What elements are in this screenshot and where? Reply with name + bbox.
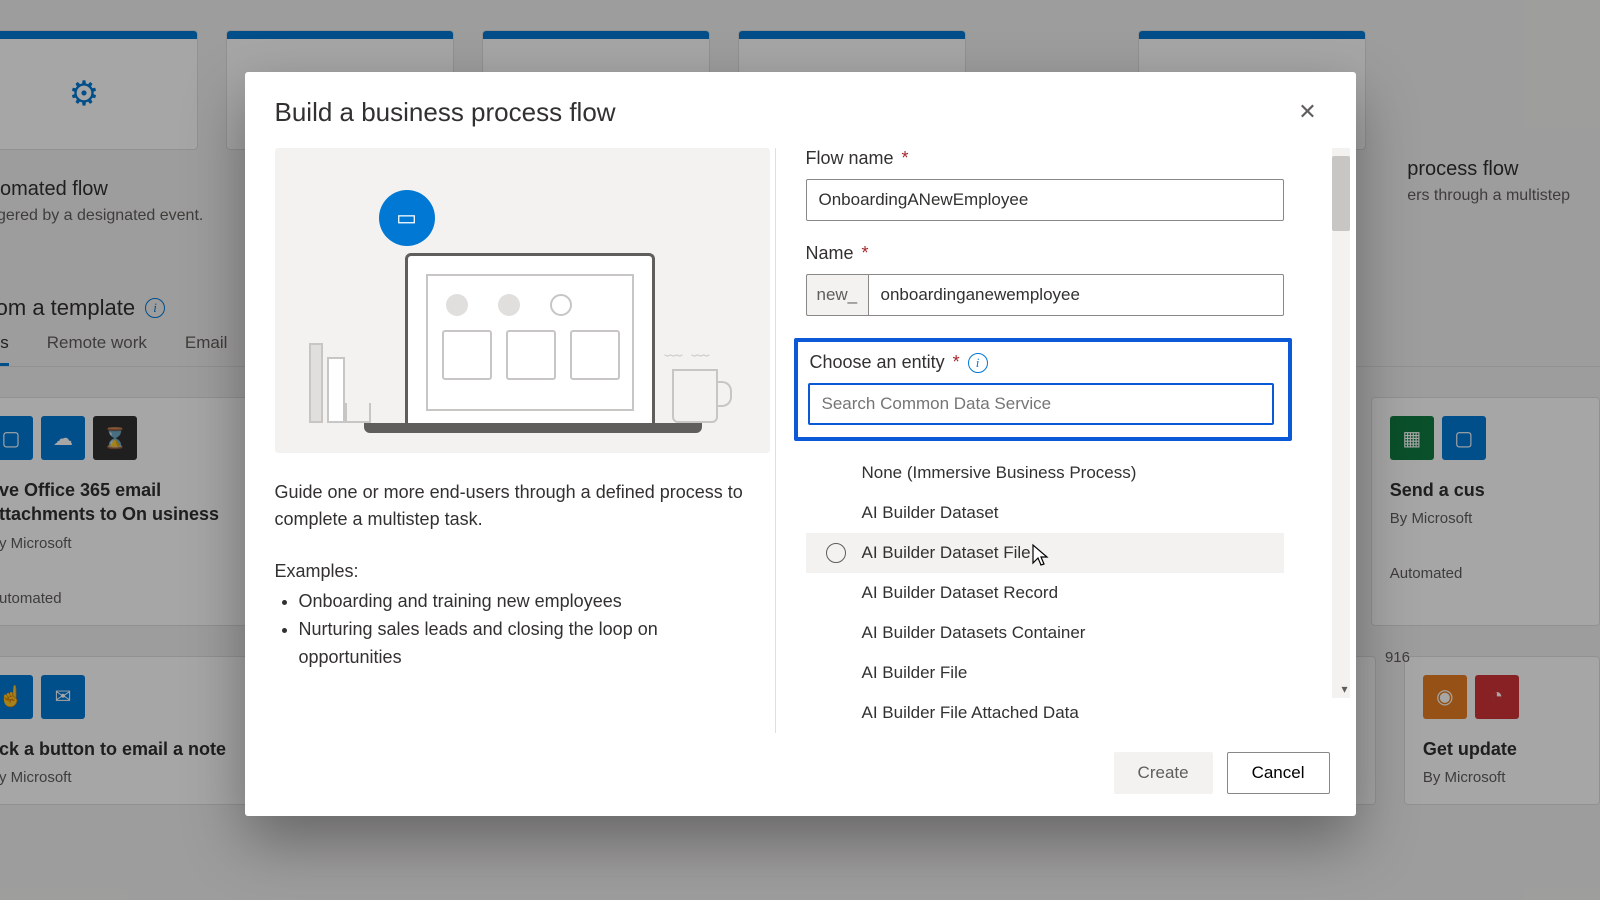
cursor-icon [1030,543,1050,569]
flow-name-label: Flow name [806,148,894,169]
name-field: Name * new_ [806,243,1340,316]
entity-label: Choose an entity [810,352,945,373]
info-icon[interactable]: i [968,353,988,373]
create-button[interactable]: Create [1114,752,1213,794]
modal-left-pane: ▭ ﹏ ﹏ Guide one or more end-users throug… [275,148,775,733]
modal-right-pane: ▾ Flow name * Name * new_ [775,148,1346,733]
examples-list: Onboarding and training new employees Nu… [275,588,745,672]
required-indicator: * [953,352,960,373]
modal-title: Build a business process flow [275,97,616,128]
name-input[interactable] [868,274,1284,316]
modal-illustration: ▭ ﹏ ﹏ [275,148,770,453]
scroll-thumb[interactable] [1332,156,1350,231]
flow-name-field: Flow name * [806,148,1340,221]
scrollbar[interactable]: ▾ [1332,148,1350,698]
entity-search-input[interactable] [808,383,1274,425]
entity-option[interactable]: AI Builder Dataset [806,493,1284,533]
entity-option[interactable]: None (Immersive Business Process) [806,453,1284,493]
cancel-button[interactable]: Cancel [1227,752,1330,794]
name-prefix: new_ [806,274,868,316]
entity-option[interactable]: AI Builder Datasets Container [806,613,1284,653]
entity-option[interactable]: AI Builder Dataset File [806,533,1284,573]
radio-icon [826,543,846,563]
example-item: Onboarding and training new employees [299,588,745,616]
modal-overlay: Build a business process flow ✕ ▭ [0,0,1600,900]
name-label: Name [806,243,854,264]
flow-name-input[interactable] [806,179,1284,221]
modal-footer: Create Cancel [245,733,1356,816]
entity-option[interactable]: AI Builder File [806,653,1284,693]
required-indicator: * [862,243,869,264]
close-icon: ✕ [1298,99,1316,124]
entity-option[interactable]: AI Builder Dataset Record [806,573,1284,613]
close-button[interactable]: ✕ [1290,94,1326,130]
entity-dropdown: None (Immersive Business Process) AI Bui… [806,453,1284,733]
required-indicator: * [902,148,909,169]
modal-description: Guide one or more end-users through a de… [275,479,745,533]
build-process-flow-modal: Build a business process flow ✕ ▭ [245,72,1356,816]
flow-badge-icon: ▭ [379,190,435,246]
entity-option[interactable]: AI Builder File Attached Data [806,693,1284,733]
entity-field-highlight: Choose an entity * i [794,338,1292,441]
examples-label: Examples: [275,561,745,582]
example-item: Nurturing sales leads and closing the lo… [299,616,745,672]
scroll-down-icon[interactable]: ▾ [1341,682,1347,696]
